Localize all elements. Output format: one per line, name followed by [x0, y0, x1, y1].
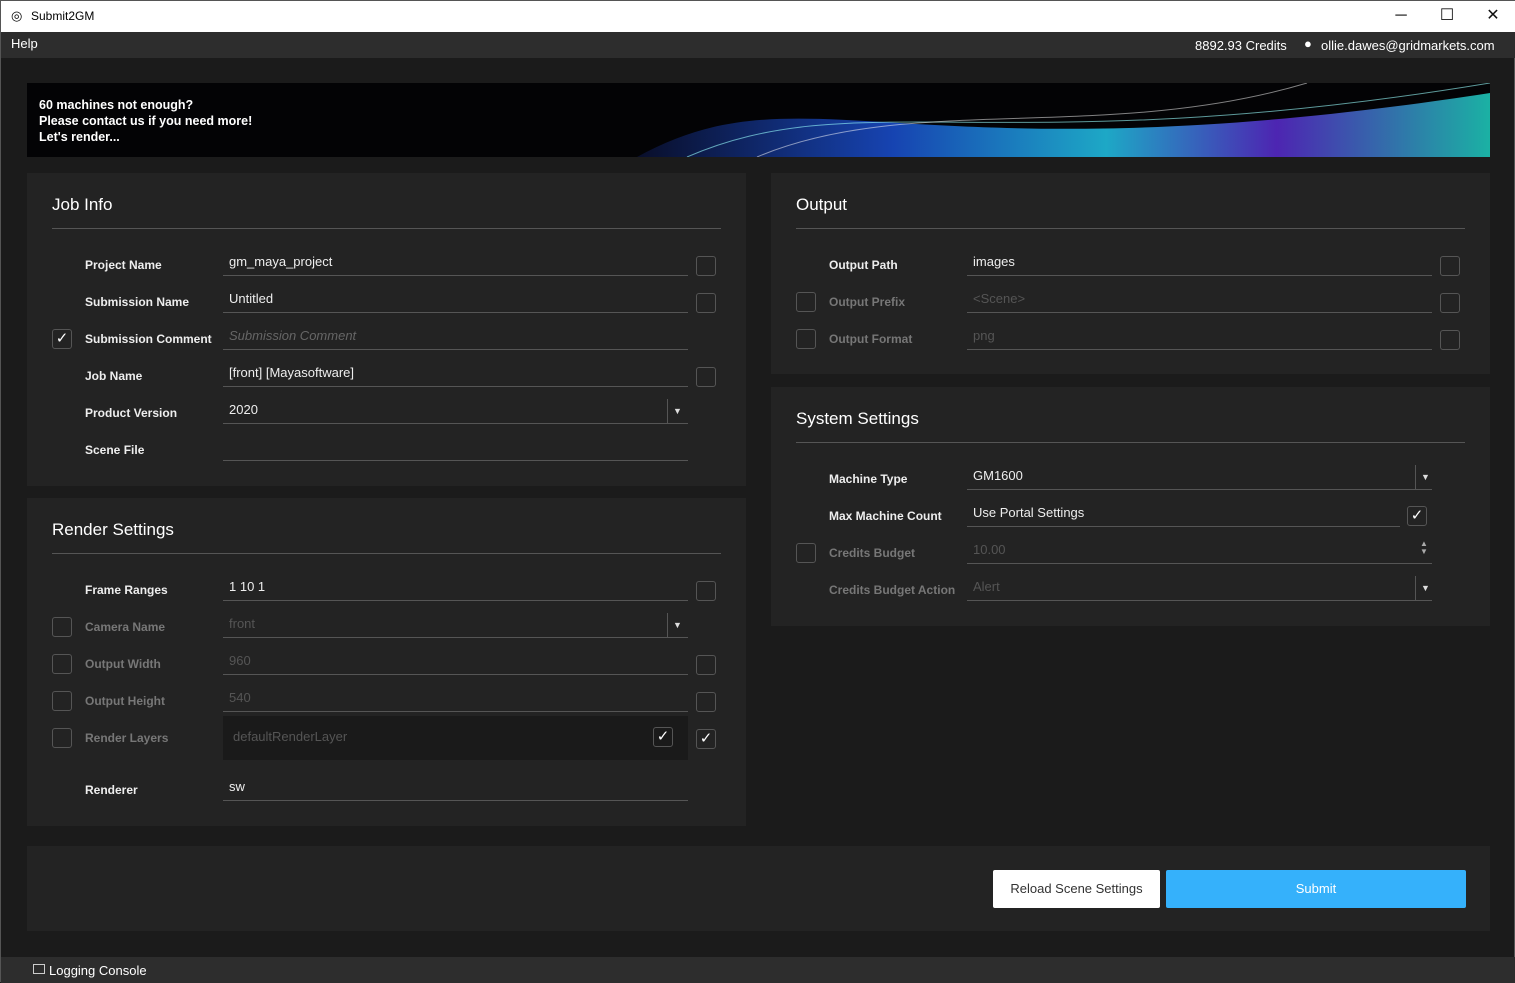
- output-format-label: Output Format: [829, 332, 913, 346]
- render-layers-label: Render Layers: [85, 731, 169, 745]
- camera-name-field[interactable]: front: [223, 612, 688, 638]
- output-height-field[interactable]: 540: [223, 686, 688, 712]
- machine-type-label: Machine Type: [829, 472, 908, 486]
- console-icon: [33, 964, 45, 974]
- credits-budget-enable-checkbox[interactable]: [796, 543, 816, 563]
- output-prefix-label: Output Prefix: [829, 295, 906, 309]
- close-button[interactable]: ✕: [1470, 1, 1515, 32]
- product-version-label: Product Version: [85, 406, 178, 420]
- output-path-field[interactable]: images: [967, 250, 1432, 276]
- output-height-label: Output Height: [85, 694, 165, 708]
- output-height-override-checkbox[interactable]: [696, 692, 716, 712]
- render-settings-panel: Render Settings Frame Ranges 1 10 1 Camera …: [27, 498, 746, 826]
- output-format-enable-checkbox[interactable]: [796, 329, 816, 349]
- output-width-override-checkbox[interactable]: [696, 655, 716, 675]
- output-divider: [796, 228, 1465, 229]
- render-layers-list[interactable]: defaultRenderLayer ✓: [223, 716, 688, 760]
- job_info-divider: [52, 228, 721, 229]
- output-width-field[interactable]: 960: [223, 649, 688, 675]
- credits-budget-label: Credits Budget: [829, 546, 916, 560]
- job-info-title: Job Info: [52, 195, 113, 214]
- project-name-field[interactable]: gm_maya_project: [223, 250, 688, 276]
- system-settings-title: System Settings: [796, 409, 919, 428]
- submission-comment-label: Submission Comment: [85, 332, 212, 346]
- banner-line-3: Let's render...: [39, 130, 120, 144]
- app-logo-icon: ◎: [11, 8, 23, 23]
- job-name-field[interactable]: [front] [Mayasoftware]: [223, 361, 688, 387]
- output-format-field[interactable]: png: [967, 324, 1432, 350]
- title-bar: ◎ Submit2GM ─ ☐ ✕: [1, 1, 1515, 32]
- render-layers-enable-checkbox[interactable]: [52, 728, 72, 748]
- credits-budget-action-label: Credits Budget Action: [829, 583, 956, 597]
- system-settings-panel: System Settings Machine Type GM1600 ▼ Max Ma…: [771, 387, 1490, 626]
- max-machine-count-label: Max Machine Count: [829, 509, 942, 523]
- output-width-label: Output Width: [85, 657, 161, 671]
- minimize-button[interactable]: ─: [1378, 1, 1424, 32]
- job-info-panel: Job Info Project Name gm_maya_project Submi…: [27, 173, 746, 486]
- max-machine-count-field[interactable]: Use Portal Settings: [967, 501, 1400, 527]
- promo-banner: 60 machines not enough? Please contact u…: [27, 83, 1490, 157]
- output-panel: Output Output Path images Output Prefix <Sce…: [771, 173, 1490, 374]
- render-layers-override-checkbox[interactable]: ✓: [696, 729, 716, 749]
- output-height-enable-checkbox[interactable]: [52, 691, 72, 711]
- output-format-override-checkbox[interactable]: [1440, 330, 1460, 350]
- menu-bar: Help 8892.93 Credits ● ollie.dawes@gridm…: [1, 32, 1515, 58]
- output-prefix-field[interactable]: <Scene>: [967, 287, 1432, 313]
- action-bar: Reload Scene Settings Submit: [27, 846, 1490, 931]
- output-width-enable-checkbox[interactable]: [52, 654, 72, 674]
- output-title: Output: [796, 195, 848, 214]
- logging-console-button[interactable]: Logging Console: [49, 963, 147, 978]
- status-bar: Logging Console: [1, 957, 1515, 983]
- reload-scene-settings-button[interactable]: Reload Scene Settings: [993, 870, 1160, 908]
- menu-help[interactable]: Help: [11, 36, 38, 51]
- render-layers-item[interactable]: defaultRenderLayer: [227, 725, 527, 751]
- product-version-field[interactable]: 2020: [223, 398, 688, 424]
- render-settings-title: Render Settings: [52, 520, 174, 539]
- user-email[interactable]: ollie.dawes@gridmarkets.com: [1321, 38, 1495, 53]
- camera-name-dropdown-arrow-icon[interactable]: ▼: [667, 613, 687, 637]
- submission-name-override-checkbox[interactable]: [696, 293, 716, 313]
- submission-comment-enable-checkbox[interactable]: ✓: [52, 329, 72, 349]
- banner-line-1: 60 machines not enough?: [39, 98, 194, 112]
- renderer-field[interactable]: sw: [223, 775, 688, 801]
- credits-balance: 8892.93 Credits: [1195, 38, 1287, 53]
- submission-name-field[interactable]: Untitled: [223, 287, 688, 313]
- window-title: Submit2GM: [31, 9, 95, 23]
- scene-file-field[interactable]: [223, 435, 688, 461]
- machine-type-field[interactable]: GM1600: [967, 464, 1432, 490]
- job-name-label: Job Name: [85, 369, 143, 383]
- credits-budget-spin-icon[interactable]: ▲ ▼: [1420, 540, 1428, 556]
- scene-file-label: Scene File: [85, 443, 145, 457]
- output-prefix-override-checkbox[interactable]: [1440, 293, 1460, 313]
- machine-type-dropdown-arrow-icon[interactable]: ▼: [1415, 465, 1435, 489]
- banner-line-2: Please contact us if you need more!: [39, 114, 253, 128]
- submit-button[interactable]: Submit: [1166, 870, 1466, 908]
- camera-name-label: Camera Name: [85, 620, 166, 634]
- frame-ranges-label: Frame Ranges: [85, 583, 168, 597]
- project-name-label: Project Name: [85, 258, 162, 272]
- submission-comment-field[interactable]: Submission Comment: [223, 324, 688, 350]
- submission-name-label: Submission Name: [85, 295, 190, 309]
- project-name-override-checkbox[interactable]: [696, 256, 716, 276]
- credits-budget-action-dropdown-arrow-icon[interactable]: ▼: [1415, 576, 1435, 600]
- renderer-label: Renderer: [85, 783, 138, 797]
- frame-ranges-override-checkbox[interactable]: [696, 581, 716, 601]
- max-machine-count-checkbox[interactable]: ✓: [1407, 506, 1427, 526]
- user-icon: ●: [1304, 36, 1312, 51]
- render-layers-item-checkbox[interactable]: ✓: [653, 727, 673, 747]
- output-path-label: Output Path: [829, 258, 898, 272]
- camera-name-enable-checkbox[interactable]: [52, 617, 72, 637]
- output-path-override-checkbox[interactable]: [1440, 256, 1460, 276]
- banner-artwork: [637, 83, 1490, 157]
- credits-budget-field[interactable]: 10.00: [967, 538, 1432, 564]
- maximize-button[interactable]: ☐: [1424, 1, 1470, 32]
- credits-budget-action-field[interactable]: Alert: [967, 575, 1432, 601]
- render_settings-divider: [52, 553, 721, 554]
- system_settings-divider: [796, 442, 1465, 443]
- product-version-dropdown-arrow-icon[interactable]: ▼: [667, 399, 687, 423]
- output-prefix-enable-checkbox[interactable]: [796, 292, 816, 312]
- job-name-override-checkbox[interactable]: [696, 367, 716, 387]
- frame-ranges-field[interactable]: 1 10 1: [223, 575, 688, 601]
